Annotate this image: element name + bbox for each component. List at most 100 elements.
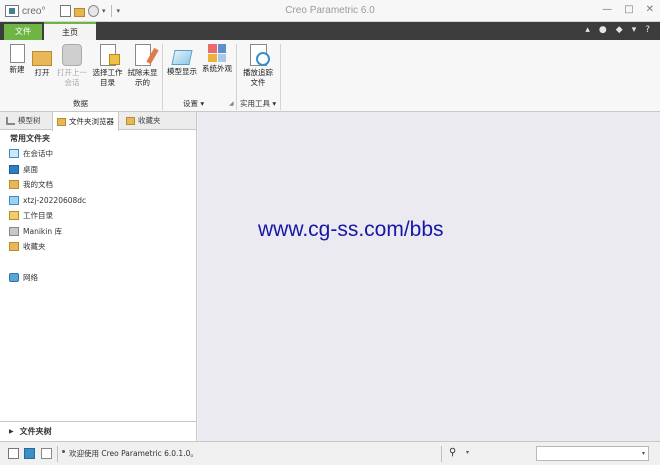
options-dropdown-icon[interactable]: ▾ <box>632 25 637 35</box>
new-button[interactable]: 新建 <box>5 44 29 75</box>
tab-home[interactable]: 主页 <box>44 22 96 40</box>
group-label-data: 数据 <box>73 99 88 108</box>
navigator-tabs: 模型树 文件夹浏览器 收藏夹 <box>0 112 196 131</box>
collapse-ribbon-icon[interactable]: ▴ <box>585 25 590 35</box>
select-working-dir-label: 选择工作 目录 <box>92 68 123 87</box>
erase-icon <box>134 44 151 66</box>
working-dir-icon <box>9 210 19 220</box>
erase-not-displayed-button[interactable]: 拭除未显 示的 <box>126 44 159 88</box>
folder-item-in-session[interactable]: 在会话中 <box>9 147 53 159</box>
folder-item-desktop[interactable]: 桌面 <box>9 163 38 175</box>
tab-file[interactable]: 文件 <box>4 24 42 40</box>
network-icon <box>9 272 19 282</box>
user-icon[interactable]: ● <box>599 25 607 35</box>
folder-item-network[interactable]: 网络 <box>9 271 38 283</box>
model-display-button[interactable]: 模型显示 <box>165 44 199 77</box>
system-appearance-button[interactable]: 系统外观 <box>200 44 234 74</box>
group-label-settings[interactable]: 设置 ▾ <box>183 98 204 109</box>
group-label-utilities[interactable]: 实用工具 ▾ <box>240 98 276 109</box>
tab-favorites-label: 收藏夹 <box>138 116 161 125</box>
minimize-button[interactable]: — <box>602 4 612 15</box>
folder-item-label: Manikin 库 <box>23 226 62 236</box>
folder-item-label: 桌面 <box>23 164 38 174</box>
favorites-tab-icon <box>126 117 135 125</box>
watermark-text: www.cg-ss.com/bbs <box>258 218 444 241</box>
folder-item-label: 我的文档 <box>23 179 53 189</box>
status-message: 欢迎使用 Creo Parametric 6.0.1.0。 <box>69 449 198 458</box>
ribbon-right-controls: ▴ ● ◆ ▾ ? <box>585 25 650 35</box>
folder-item-favorites[interactable]: 收藏夹 <box>9 240 46 252</box>
status-separator <box>441 446 442 462</box>
community-icon[interactable]: ◆ <box>616 25 623 35</box>
model-display-icon <box>171 50 193 65</box>
folder-browser-icon <box>57 117 66 126</box>
folder-item-label: 收藏夹 <box>23 241 46 251</box>
folder-item-label: 工作目录 <box>23 210 53 220</box>
expand-arrow-icon: ▶ <box>9 428 14 435</box>
group-separator <box>280 44 281 110</box>
folder-tree-label: 文件夹树 <box>19 427 52 436</box>
appearance-swatch <box>217 53 226 62</box>
open-last-session-button[interactable]: 打开上一 会话 <box>55 44 89 88</box>
message-bullet-icon <box>62 450 65 453</box>
tab-favorites[interactable]: 收藏夹 <box>126 112 161 130</box>
open-label: 打开 <box>34 68 50 77</box>
navigator-toggle-icon[interactable] <box>8 448 19 459</box>
folder-item-label: xtzj-20220608dc <box>23 195 87 205</box>
tab-folder-browser[interactable]: 文件夹浏览器 <box>52 112 119 131</box>
full-screen-icon[interactable] <box>41 448 52 459</box>
tab-model-tree[interactable]: 模型树 <box>6 112 41 130</box>
appearance-swatch <box>217 44 226 53</box>
browser-toggle-icon[interactable] <box>24 448 35 459</box>
appearance-swatch <box>208 44 217 53</box>
close-button[interactable]: ✕ <box>646 4 654 15</box>
folder-item-my-documents[interactable]: 我的文档 <box>9 178 53 190</box>
folder-item-manikin-library[interactable]: Manikin 库 <box>9 225 62 237</box>
new-label: 新建 <box>9 65 25 74</box>
folder-item-working-directory[interactable]: 工作目录 <box>9 209 53 221</box>
navigator-panel: 模型树 文件夹浏览器 收藏夹 常用文件夹 在会话中 桌面 我的文档 xtzj-2… <box>0 112 197 441</box>
erase-not-displayed-label: 拭除未显 示的 <box>127 68 158 87</box>
folder-item-label: 在会话中 <box>23 148 53 158</box>
open-icon <box>32 51 52 66</box>
new-icon <box>9 44 25 63</box>
ribbon-tab-bar: 文件 主页 ▴ ● ◆ ▾ ? <box>0 22 660 40</box>
appearance-swatch <box>208 53 217 62</box>
open-last-session-icon <box>62 44 82 66</box>
common-folders-heading: 常用文件夹 <box>10 134 50 143</box>
working-directory-icon <box>99 44 120 66</box>
tab-folder-browser-label: 文件夹浏览器 <box>69 116 114 126</box>
desktop-icon <box>9 164 19 174</box>
group-separator <box>236 44 237 110</box>
status-bar: 欢迎使用 Creo Parametric 6.0.1.0。 ⚲ ▾ ▾ <box>0 441 660 465</box>
documents-icon <box>9 179 19 189</box>
settings-launcher-icon[interactable]: ◢ <box>229 100 234 107</box>
group-separator <box>162 44 163 110</box>
folder-item-computer[interactable]: xtzj-20220608dc <box>9 194 86 206</box>
selection-filter-dropdown[interactable]: ▾ <box>536 446 649 461</box>
play-trail-file-label: 播放追踪 文件 <box>243 68 273 87</box>
help-icon[interactable]: ? <box>645 25 650 35</box>
model-tree-icon <box>6 117 15 125</box>
play-trail-icon <box>249 44 270 66</box>
ribbon: 新建 打开 打开上一 会话 选择工作 目录 拭除未显 示的 数据 模型显示 系统… <box>0 40 660 112</box>
library-icon <box>9 226 19 236</box>
select-working-dir-button[interactable]: 选择工作 目录 <box>90 44 125 88</box>
chevron-down-icon: ▾ <box>641 450 645 457</box>
open-button[interactable]: 打开 <box>30 44 54 78</box>
play-trail-file-button[interactable]: 播放追踪 文件 <box>240 44 276 88</box>
tab-model-tree-label: 模型树 <box>18 116 41 125</box>
window-controls: — □ ✕ <box>602 4 654 15</box>
folder-tree-toggle[interactable]: ▶ 文件夹树 <box>0 421 196 441</box>
status-separator <box>57 446 58 462</box>
find-dropdown-icon[interactable]: ▾ <box>466 449 469 456</box>
open-last-session-label: 打开上一 会话 <box>57 68 87 87</box>
maximize-button[interactable]: □ <box>624 4 633 15</box>
favorites-icon <box>9 241 19 251</box>
system-appearance-label: 系统外观 <box>202 64 232 73</box>
graphics-area[interactable]: www.cg-ss.com/bbs <box>198 112 660 441</box>
model-display-label: 模型显示 <box>167 67 197 76</box>
binoculars-icon[interactable]: ⚲ <box>449 447 456 458</box>
title-bar: creo° ▾ ▾ Creo Parametric 6.0 — □ ✕ <box>0 0 660 22</box>
folder-item-label: 网络 <box>23 272 38 282</box>
